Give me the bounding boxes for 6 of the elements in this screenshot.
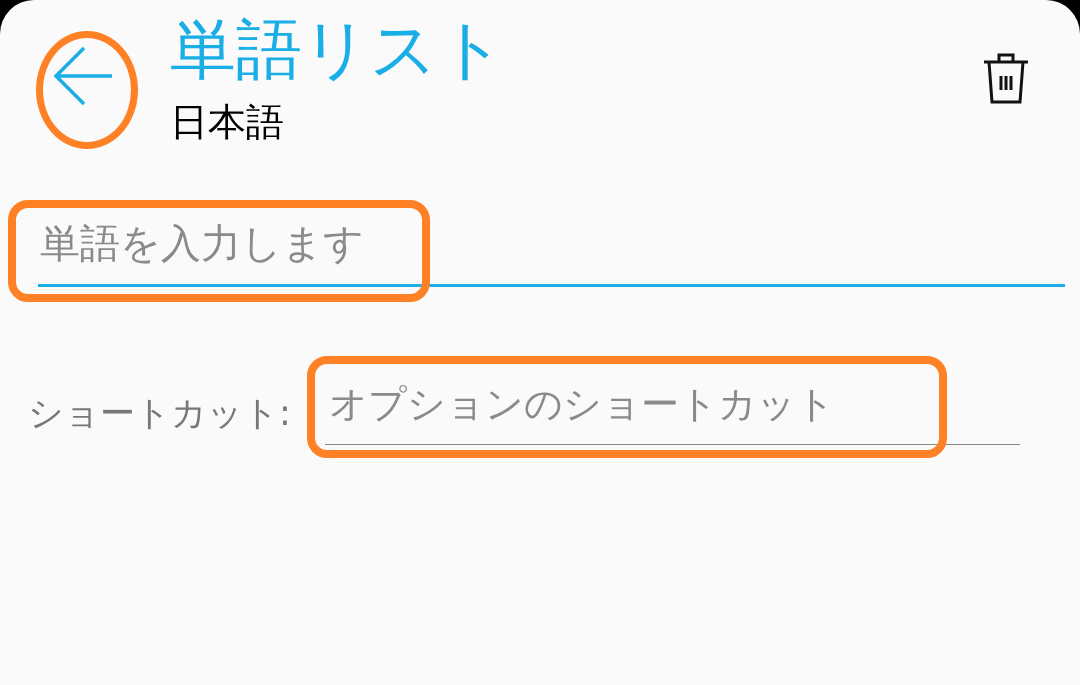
page-subtitle: 日本語 — [170, 103, 285, 141]
page-title: 単語リスト — [170, 17, 506, 83]
shortcut-label: ショートカット: — [28, 392, 291, 435]
word-input-field[interactable]: 単語を入力します — [38, 220, 1065, 287]
shortcut-input-field[interactable]: オプションのショートカット — [324, 382, 1020, 445]
delete-icon[interactable] — [982, 52, 1030, 106]
